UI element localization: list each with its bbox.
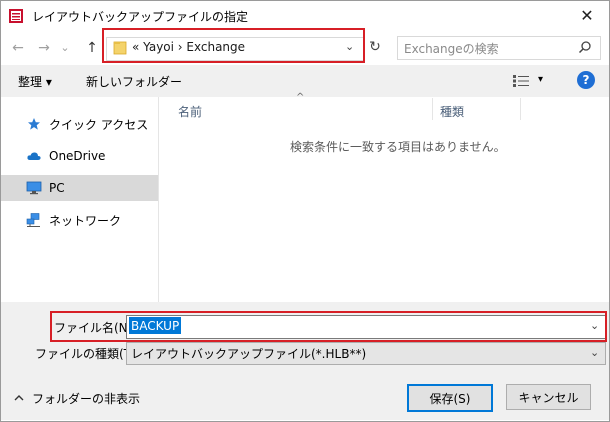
chevron-down-icon: ⌄ bbox=[60, 40, 70, 54]
sidebar-item-quick-access[interactable]: クイック アクセス bbox=[1, 111, 158, 137]
sidebar-item-network[interactable]: ネットワーク bbox=[1, 207, 158, 233]
new-folder-button[interactable]: 新しいフォルダー bbox=[86, 73, 182, 90]
monitor-icon bbox=[25, 180, 43, 196]
up-button[interactable]: ↑ bbox=[82, 38, 102, 58]
column-separator[interactable] bbox=[520, 98, 521, 120]
filetype-value[interactable]: レイアウトバックアップファイル(*.HLB**) bbox=[131, 345, 366, 362]
empty-results-message: 検索条件に一致する項目はありません。 bbox=[290, 140, 506, 154]
star-icon bbox=[25, 116, 43, 132]
address-highlight-box bbox=[102, 28, 365, 63]
close-icon: ✕ bbox=[580, 5, 594, 25]
column-header-name[interactable]: 名前 bbox=[178, 103, 202, 120]
filetype-dropdown-icon[interactable]: ⌄ bbox=[590, 346, 599, 359]
navigation-pane: クイック アクセス OneDrive PC ネットワーク bbox=[1, 97, 158, 302]
search-icon[interactable] bbox=[578, 40, 592, 54]
view-list-icon[interactable] bbox=[513, 75, 529, 87]
network-icon bbox=[25, 212, 43, 228]
organize-button[interactable]: 整理 ▾ bbox=[18, 73, 52, 90]
app-book-icon bbox=[9, 9, 23, 23]
cancel-button[interactable]: キャンセル bbox=[506, 384, 591, 410]
view-options-dropdown-icon[interactable]: ▾ bbox=[538, 74, 543, 85]
hide-folders-label: フォルダーの非表示 bbox=[32, 392, 141, 406]
sidebar-item-label: OneDrive bbox=[49, 149, 106, 163]
cloud-icon bbox=[25, 148, 43, 164]
pane-divider bbox=[158, 97, 159, 302]
window-title: レイアウトバックアップファイルの指定 bbox=[32, 10, 249, 24]
sidebar-item-onedrive[interactable]: OneDrive bbox=[1, 143, 158, 169]
up-arrow-icon: ↑ bbox=[86, 40, 98, 56]
back-arrow-icon: ← bbox=[12, 40, 24, 56]
back-button[interactable]: ← bbox=[8, 38, 28, 58]
sidebar-item-label: ネットワーク bbox=[49, 213, 122, 228]
save-button[interactable]: 保存(S) bbox=[407, 384, 493, 412]
sort-ascending-icon: ^ bbox=[296, 92, 305, 103]
chevron-up-icon bbox=[14, 393, 24, 404]
refresh-icon[interactable]: ↻ bbox=[366, 38, 384, 56]
sidebar-item-label: クイック アクセス bbox=[49, 117, 149, 132]
filetype-label: ファイルの種類(T): bbox=[35, 347, 140, 361]
column-separator[interactable] bbox=[432, 98, 433, 120]
search-placeholder: Exchangeの検索 bbox=[404, 42, 499, 56]
forward-button[interactable]: → bbox=[34, 38, 54, 58]
close-button[interactable]: ✕ bbox=[570, 2, 604, 28]
sidebar-item-pc[interactable]: PC bbox=[1, 175, 158, 201]
recent-locations-button[interactable]: ⌄ bbox=[58, 37, 72, 57]
sidebar-item-label: PC bbox=[49, 181, 65, 195]
forward-arrow-icon: → bbox=[38, 40, 50, 56]
filename-highlight-box bbox=[50, 311, 607, 342]
hide-folders-toggle[interactable]: フォルダーの非表示 bbox=[14, 390, 140, 407]
help-icon[interactable]: ? bbox=[577, 71, 595, 89]
column-header-type[interactable]: 種類 bbox=[440, 103, 464, 120]
